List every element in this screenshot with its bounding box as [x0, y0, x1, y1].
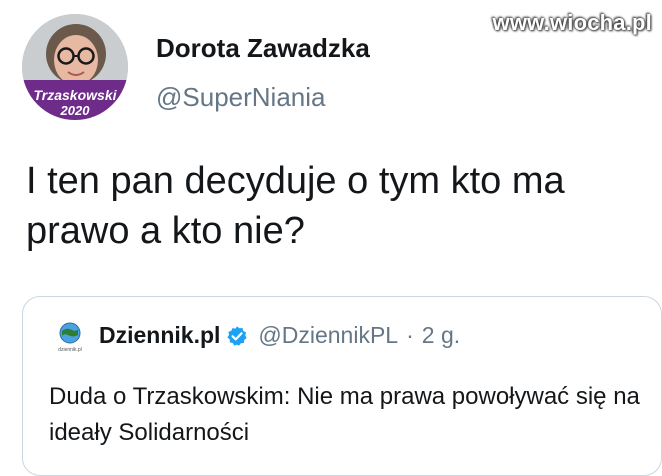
site-watermark: www.wiocha.pl: [492, 10, 652, 35]
author-name[interactable]: Dorota Zawadzka: [156, 33, 370, 64]
tweet: Trzaskowski 2020 Dorota Zawadzka @SuperN…: [0, 0, 662, 476]
quoted-tweet-header: Dziennik.pl @DziennikPL · 2 g.: [99, 322, 460, 349]
avatar[interactable]: Trzaskowski 2020: [22, 14, 128, 120]
dot-separator: ·: [406, 322, 414, 348]
verified-badge-icon: [227, 325, 248, 346]
author-handle[interactable]: @SuperNiania: [156, 82, 325, 113]
avatar-badge-line2: 2020: [60, 103, 91, 118]
quoted-tweet-card[interactable]: dziennik.pl Dziennik.pl @DziennikPL · 2 …: [22, 296, 662, 476]
quoted-tweet-time[interactable]: 2 g.: [422, 322, 460, 349]
quoted-author-handle[interactable]: @DziennikPL: [258, 322, 398, 349]
quoted-tweet-text: Duda o Trzaskowskim: Nie ma prawa powoły…: [49, 383, 640, 446]
logo-caption: dziennik.pl: [58, 347, 82, 353]
quoted-author-name[interactable]: Dziennik.pl: [99, 322, 220, 349]
avatar-badge-line1: Trzaskowski: [33, 87, 117, 103]
tweet-text: I ten pan decyduje o tym kto ma prawo a …: [26, 160, 565, 252]
avatar-image: Trzaskowski 2020: [22, 14, 128, 120]
